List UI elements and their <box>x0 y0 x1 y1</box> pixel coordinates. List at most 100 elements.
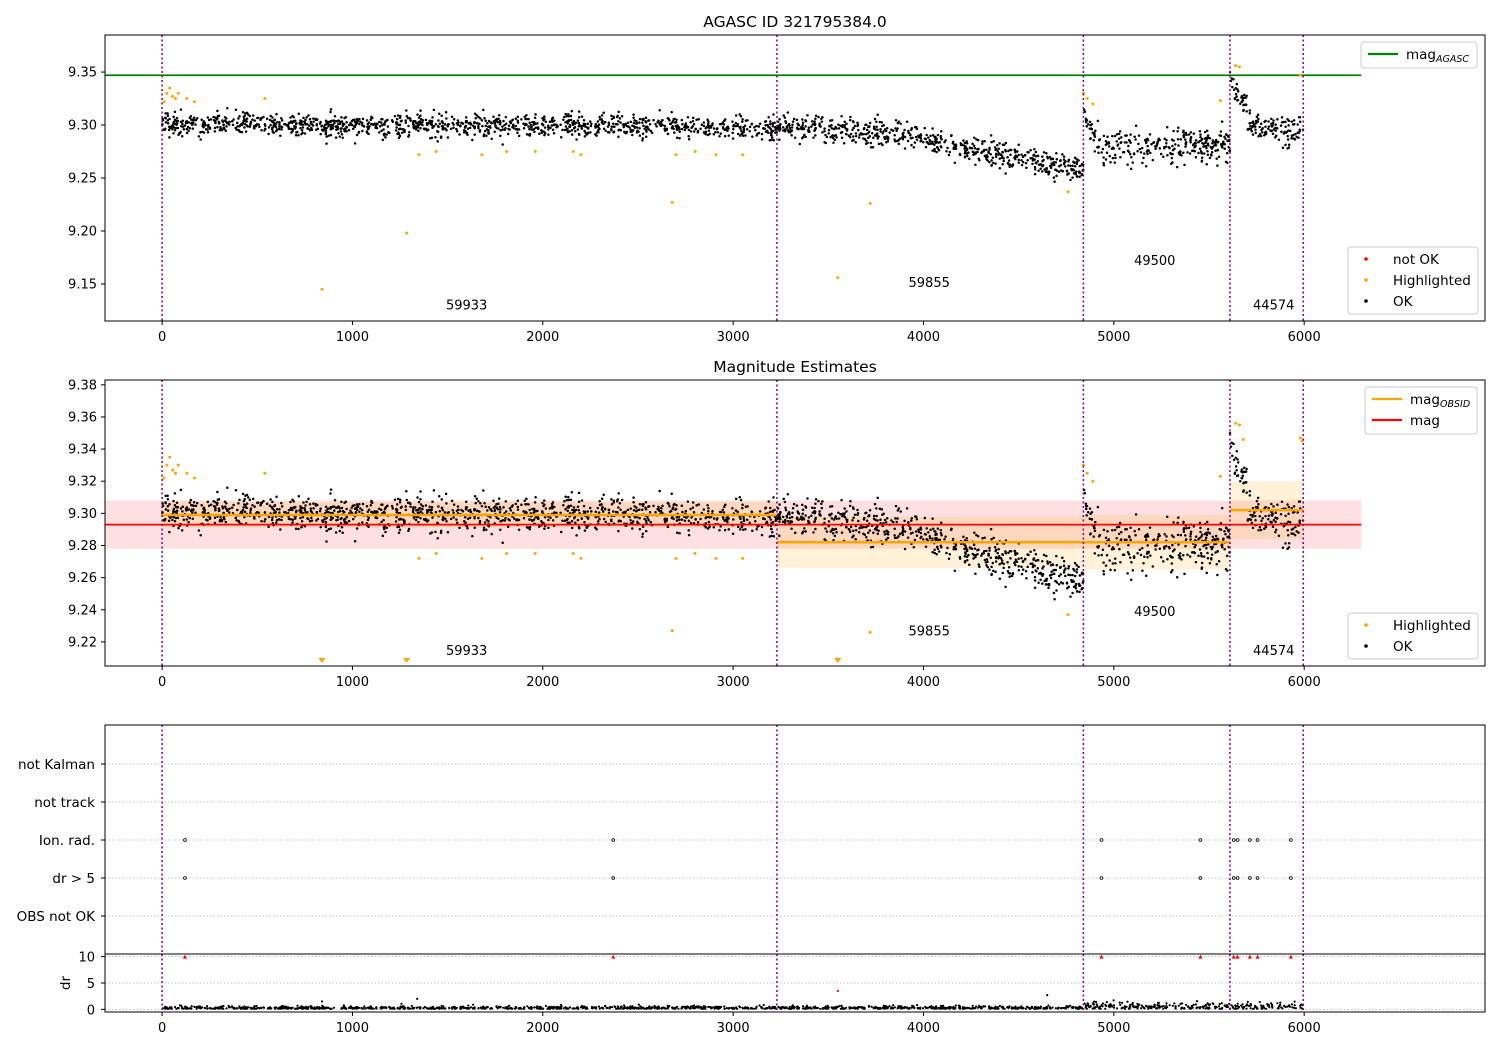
ok-point <box>618 117 622 120</box>
ok-point <box>814 497 818 501</box>
ok-point <box>909 134 912 137</box>
ok-point <box>632 508 636 512</box>
ok-point <box>559 123 562 126</box>
highlighted-point <box>1066 190 1070 194</box>
ok-point <box>876 519 879 522</box>
ok-point <box>1134 124 1138 127</box>
ok-point <box>489 121 492 124</box>
ok-point <box>329 133 333 137</box>
ok-point <box>1272 518 1276 522</box>
ok-point <box>814 502 817 505</box>
ok-point <box>499 128 503 132</box>
ok-point <box>249 509 252 512</box>
ok-point <box>436 536 439 540</box>
ok-point <box>857 128 860 132</box>
ok-point <box>990 537 993 541</box>
ok-point <box>366 122 370 126</box>
ok-point <box>617 135 620 138</box>
ok-point <box>962 139 965 142</box>
ok-point <box>922 538 925 541</box>
ok-point <box>315 510 319 514</box>
ok-point <box>547 128 550 131</box>
ok-point <box>672 517 675 521</box>
ok-point <box>237 117 240 120</box>
ok-point <box>1017 153 1020 157</box>
ok-point <box>1192 149 1196 152</box>
ok-point <box>891 520 895 524</box>
ok-point <box>544 507 548 510</box>
ok-point <box>937 148 941 152</box>
ok-point <box>1228 149 1231 153</box>
ok-point <box>1236 461 1240 464</box>
ok-point <box>865 128 869 132</box>
ok-point <box>702 508 706 511</box>
ok-point <box>1090 127 1094 131</box>
ok-point <box>329 108 333 111</box>
ok-point <box>1130 561 1133 564</box>
ok-point <box>1036 567 1040 570</box>
ok-point <box>1277 534 1281 537</box>
ok-point <box>1233 96 1237 100</box>
ok-point <box>1032 557 1036 560</box>
ok-point <box>631 133 634 137</box>
ok-point <box>291 521 294 524</box>
ok-point <box>1034 150 1038 154</box>
ok-point <box>339 127 342 130</box>
ok-point <box>334 136 338 139</box>
ok-point <box>704 126 707 130</box>
ok-point <box>646 517 649 520</box>
ok-point <box>267 525 270 529</box>
ok-point <box>327 125 330 128</box>
ok-point <box>712 127 716 130</box>
ok-point <box>1298 120 1302 124</box>
ok-point <box>962 535 965 539</box>
highlighted-point <box>741 556 745 560</box>
ok-point <box>863 137 867 141</box>
ok-point <box>1215 563 1218 566</box>
ok-point <box>602 127 606 131</box>
ok-point <box>813 122 817 126</box>
ok-point <box>291 498 294 501</box>
ok-point <box>1052 176 1056 179</box>
ok-point <box>852 126 855 130</box>
ok-point <box>652 504 655 508</box>
ok-point <box>1274 136 1277 139</box>
ok-point <box>547 526 550 530</box>
ok-point <box>370 123 374 126</box>
ok-point <box>528 127 531 131</box>
ok-point <box>555 125 558 129</box>
ok-point <box>711 509 714 513</box>
ok-point <box>839 124 842 127</box>
ok-point <box>972 144 976 148</box>
ok-point <box>477 499 480 503</box>
ok-point <box>823 127 826 130</box>
ok-point <box>279 134 282 137</box>
ok-point <box>635 126 639 129</box>
ok-point <box>1184 138 1187 141</box>
ok-point <box>596 120 600 123</box>
ok-point <box>487 130 490 134</box>
ok-point <box>359 507 362 510</box>
ok-point <box>501 143 504 146</box>
ok-point <box>891 129 895 133</box>
ok-point <box>734 124 738 128</box>
ok-point <box>565 498 569 502</box>
ok-point <box>580 115 584 118</box>
ok-point <box>197 529 201 532</box>
ok-point <box>1286 528 1289 532</box>
ok-point <box>1204 139 1208 143</box>
ok-point <box>486 121 489 125</box>
ok-point <box>257 123 260 126</box>
ok-point <box>166 505 170 508</box>
ok-point <box>919 136 923 140</box>
ok-point <box>325 142 328 145</box>
ok-point <box>221 505 224 508</box>
ok-point <box>1256 496 1260 500</box>
ok-point <box>1274 511 1277 514</box>
ok-point <box>1100 151 1103 154</box>
ok-point <box>940 533 943 537</box>
ok-point <box>707 129 711 132</box>
ok-point <box>922 140 925 144</box>
ok-point <box>332 505 336 508</box>
ok-point <box>547 518 550 522</box>
